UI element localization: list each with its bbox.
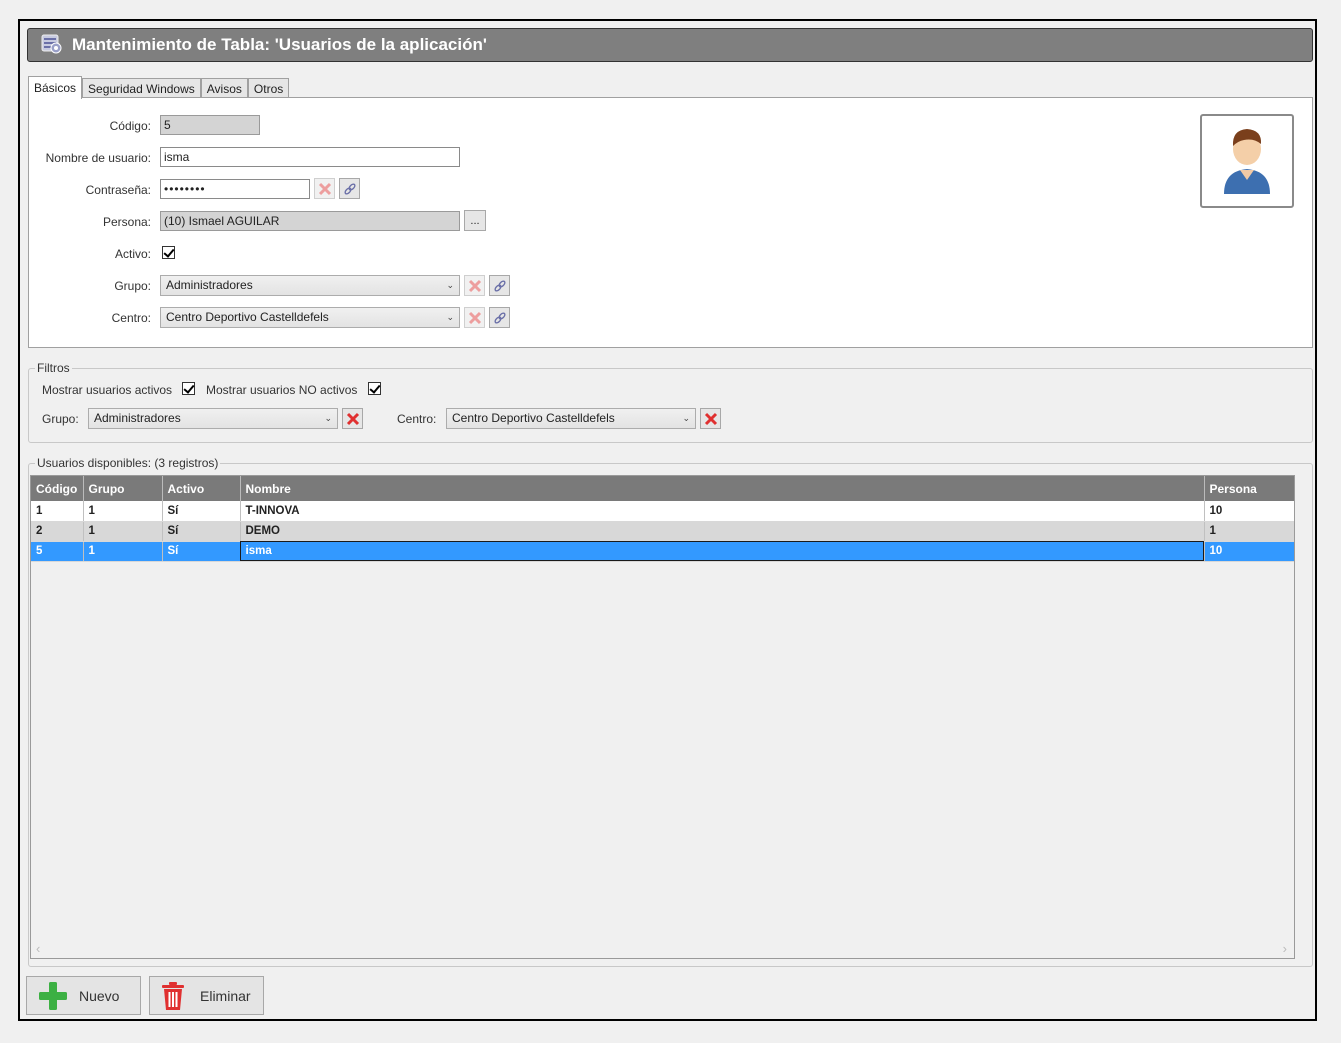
user-avatar-icon — [1224, 129, 1270, 194]
filter-centro-value: Centro Deportivo Castelldefels — [452, 411, 615, 425]
chevron-down-icon: ⌄ — [446, 312, 454, 322]
link-grupo-button[interactable] — [489, 275, 510, 296]
filter-centro-select[interactable]: Centro Deportivo Castelldefels ⌄ — [446, 408, 696, 429]
nombre-usuario-field[interactable]: isma — [160, 147, 460, 167]
cell-grupo: 1 — [83, 541, 163, 562]
table-row[interactable]: 1 1 Sí T-INNOVA 10 — [31, 501, 1294, 522]
user-avatar[interactable] — [1200, 114, 1294, 208]
column-header-codigo[interactable]: Código — [31, 476, 84, 501]
delete-button[interactable]: Eliminar — [149, 976, 264, 1015]
clear-x-icon — [468, 279, 481, 292]
cell-activo: Sí — [162, 521, 241, 542]
table-settings-icon — [40, 32, 62, 59]
table-row[interactable]: 2 1 Sí DEMO 1 — [31, 521, 1294, 542]
link-icon — [343, 182, 356, 195]
clear-x-icon — [346, 412, 359, 425]
show-inactive-checkbox[interactable] — [368, 382, 381, 395]
codigo-label: Código: — [109, 119, 151, 133]
cell-activo: Sí — [162, 541, 241, 562]
users-grid[interactable]: Código Grupo Activo Nombre Persona 1 1 S… — [30, 475, 1295, 959]
link-icon — [493, 311, 506, 324]
cell-codigo: 2 — [31, 521, 84, 542]
password-field[interactable]: •••••••• — [160, 179, 310, 199]
filter-centro-label: Centro: — [397, 412, 437, 426]
centro-select-value: Centro Deportivo Castelldefels — [166, 310, 329, 324]
clear-password-button[interactable] — [314, 178, 335, 199]
grupo-label: Grupo: — [114, 279, 151, 293]
tab-strip: Básicos Seguridad Windows Avisos Otros — [28, 76, 290, 99]
scroll-left-icon[interactable]: ‹ — [36, 941, 40, 956]
cell-grupo: 1 — [83, 501, 163, 522]
cell-persona: 10 — [1204, 501, 1294, 522]
persona-field: (10) Ismael AGUILAR — [160, 211, 460, 231]
scroll-right-icon[interactable]: › — [1283, 941, 1287, 956]
clear-filter-grupo-button[interactable] — [342, 408, 363, 429]
delete-button-label: Eliminar — [200, 987, 251, 1004]
chevron-down-icon: ⌄ — [682, 413, 690, 423]
cell-nombre: isma — [240, 541, 1205, 562]
clear-filter-centro-button[interactable] — [700, 408, 721, 429]
users-legend: Usuarios disponibles: (3 registros) — [37, 456, 219, 470]
cell-nombre: T-INNOVA — [240, 501, 1205, 522]
cell-persona: 1 — [1204, 521, 1294, 542]
filters-legend: Filtros — [37, 361, 70, 375]
centro-select[interactable]: Centro Deportivo Castelldefels ⌄ — [160, 307, 460, 328]
codigo-field: 5 — [160, 115, 260, 135]
link-centro-button[interactable] — [489, 307, 510, 328]
grupo-select-value: Administradores — [166, 278, 253, 292]
window-title: Mantenimiento de Tabla: 'Usuarios de la … — [72, 35, 487, 54]
activo-label: Activo: — [114, 247, 151, 261]
tab-otros[interactable]: Otros — [247, 78, 290, 99]
link-icon — [493, 279, 506, 292]
tab-basicos[interactable]: Básicos — [28, 76, 83, 99]
cell-nombre: DEMO — [240, 521, 1205, 542]
column-header-nombre[interactable]: Nombre — [240, 476, 1205, 501]
filter-grupo-value: Administradores — [94, 411, 181, 425]
chevron-down-icon: ⌄ — [446, 280, 454, 290]
clear-grupo-button[interactable] — [464, 275, 485, 296]
cell-codigo: 1 — [31, 501, 84, 522]
new-button[interactable]: Nuevo — [26, 976, 141, 1015]
cell-codigo: 5 — [31, 541, 84, 562]
tab-avisos[interactable]: Avisos — [200, 78, 248, 99]
activo-checkbox[interactable] — [162, 246, 175, 259]
filters-group: Filtros — [28, 361, 1313, 443]
cell-grupo: 1 — [83, 521, 163, 542]
clear-x-icon — [704, 412, 717, 425]
column-header-grupo[interactable]: Grupo — [83, 476, 163, 501]
grupo-select[interactable]: Administradores ⌄ — [160, 275, 460, 296]
select-persona-button[interactable]: ... — [464, 210, 486, 231]
title-bar: Mantenimiento de Tabla: 'Usuarios de la … — [27, 28, 1313, 62]
plus-icon — [37, 980, 69, 1012]
password-label: Contraseña: — [85, 183, 151, 197]
column-header-activo[interactable]: Activo — [162, 476, 241, 501]
tab-seguridad-windows[interactable]: Seguridad Windows — [82, 78, 201, 99]
new-button-label: Nuevo — [79, 987, 120, 1004]
grid-header-row: Código Grupo Activo Nombre Persona — [31, 476, 1294, 501]
show-active-label: Mostrar usuarios activos — [42, 383, 173, 397]
centro-label: Centro: — [111, 311, 151, 325]
show-active-checkbox[interactable] — [182, 382, 195, 395]
column-header-persona[interactable]: Persona — [1204, 476, 1294, 501]
persona-label: Persona: — [102, 215, 151, 229]
basicos-panel: Código: 5 Nombre de usuario: isma Contra… — [28, 97, 1313, 348]
change-password-button[interactable] — [339, 178, 360, 199]
clear-centro-button[interactable] — [464, 307, 485, 328]
cell-persona: 10 — [1204, 541, 1294, 562]
clear-x-icon — [468, 311, 481, 324]
clear-x-icon — [318, 182, 331, 195]
filter-grupo-label: Grupo: — [42, 412, 79, 426]
maintenance-window: Mantenimiento de Tabla: 'Usuarios de la … — [18, 19, 1317, 1021]
show-inactive-label: Mostrar usuarios NO activos — [206, 383, 358, 397]
cell-activo: Sí — [162, 501, 241, 522]
filter-grupo-select[interactable]: Administradores ⌄ — [88, 408, 338, 429]
trash-icon — [160, 980, 186, 1012]
table-row-selected[interactable]: 5 1 Sí isma 10 — [31, 541, 1294, 562]
nombre-usuario-label: Nombre de usuario: — [45, 151, 151, 165]
chevron-down-icon: ⌄ — [324, 413, 332, 423]
